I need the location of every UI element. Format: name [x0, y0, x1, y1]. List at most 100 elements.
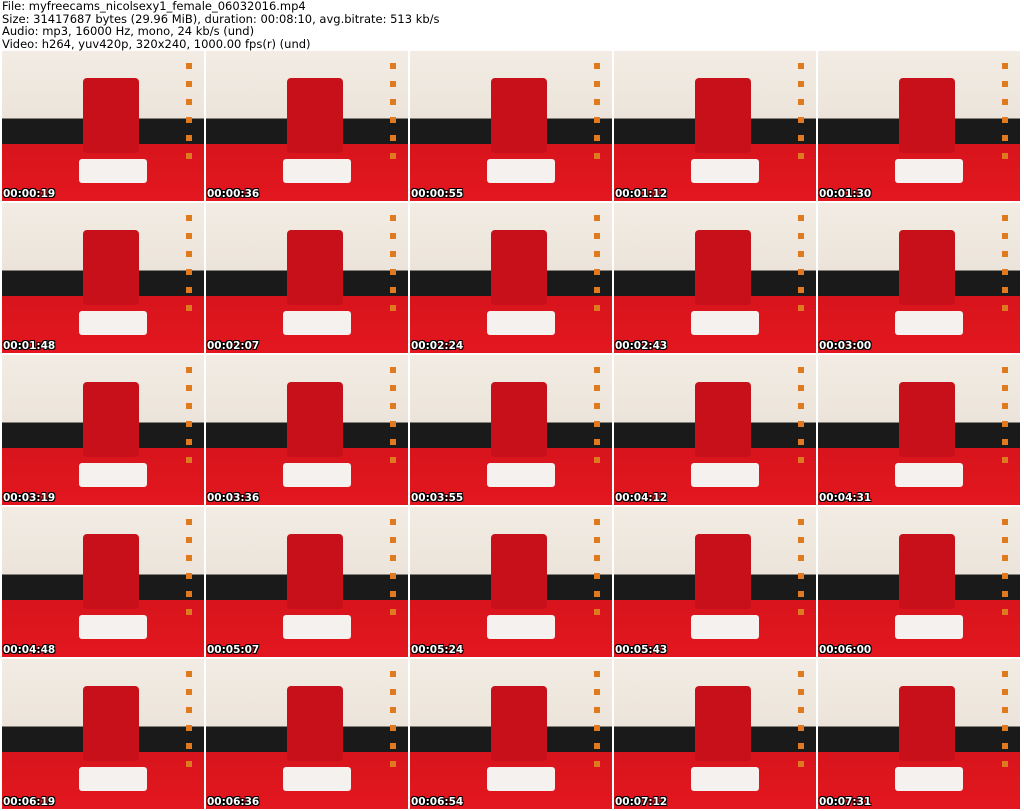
scene-decor	[797, 519, 804, 624]
scene-pillow	[486, 311, 556, 335]
video-thumbnail[interactable]: 00:03:19	[2, 355, 204, 505]
video-thumbnail[interactable]: 00:05:24	[410, 507, 612, 657]
timestamp: 00:02:43	[615, 340, 668, 352]
scene-pillow	[78, 159, 148, 183]
timestamp: 00:03:36	[207, 492, 260, 504]
scene-chair	[286, 230, 344, 305]
scene-pillow	[486, 463, 556, 487]
scene-chair	[490, 78, 548, 153]
video-thumbnail[interactable]: 00:02:43	[614, 203, 816, 353]
scene-chair	[898, 78, 956, 153]
timestamp: 00:04:31	[819, 492, 872, 504]
video-info: Video: h264, yuv420p, 320x240, 1000.00 f…	[2, 36, 311, 51]
video-thumbnail[interactable]: 00:06:36	[206, 659, 408, 809]
scene-decor	[1001, 519, 1008, 624]
scene-decor	[185, 519, 192, 624]
timestamp: 00:06:00	[819, 644, 872, 656]
scene-pillow	[282, 767, 352, 791]
scene-pillow	[690, 311, 760, 335]
video-thumbnail[interactable]: 00:04:48	[2, 507, 204, 657]
timestamp: 00:02:07	[207, 340, 260, 352]
scene-pillow	[282, 159, 352, 183]
scene-chair	[286, 78, 344, 153]
scene-chair	[82, 230, 140, 305]
scene-decor	[797, 63, 804, 168]
scene-pillow	[894, 159, 964, 183]
scene-decor	[1001, 63, 1008, 168]
scene-decor	[593, 519, 600, 624]
timestamp: 00:03:19	[3, 492, 56, 504]
video-thumbnail[interactable]: 00:03:36	[206, 355, 408, 505]
scene-decor	[1001, 215, 1008, 320]
video-thumbnail[interactable]: 00:05:07	[206, 507, 408, 657]
video-thumbnail[interactable]: 00:07:12	[614, 659, 816, 809]
scene-pillow	[78, 615, 148, 639]
video-thumbnail[interactable]: 00:00:55	[410, 51, 612, 201]
scene-chair	[286, 686, 344, 761]
scene-decor	[389, 519, 396, 624]
scene-chair	[286, 382, 344, 457]
scene-decor	[185, 63, 192, 168]
scene-decor	[797, 671, 804, 776]
timestamp: 00:00:19	[3, 188, 56, 200]
video-thumbnail[interactable]: 00:01:30	[818, 51, 1020, 201]
scene-pillow	[690, 463, 760, 487]
video-thumbnail[interactable]: 00:06:54	[410, 659, 612, 809]
scene-decor	[389, 63, 396, 168]
video-thumbnail[interactable]: 00:07:31	[818, 659, 1020, 809]
scene-chair	[490, 534, 548, 609]
scene-pillow	[282, 463, 352, 487]
scene-decor	[593, 367, 600, 472]
scene-pillow	[486, 767, 556, 791]
video-thumbnail[interactable]: 00:04:12	[614, 355, 816, 505]
scene-chair	[694, 230, 752, 305]
video-thumbnail[interactable]: 00:02:24	[410, 203, 612, 353]
video-thumbnail[interactable]: 00:01:48	[2, 203, 204, 353]
video-thumbnail[interactable]: 00:06:00	[818, 507, 1020, 657]
scene-chair	[898, 686, 956, 761]
timestamp: 00:03:55	[411, 492, 464, 504]
scene-chair	[694, 382, 752, 457]
scene-pillow	[894, 767, 964, 791]
scene-pillow	[894, 311, 964, 335]
scene-decor	[185, 671, 192, 776]
video-thumbnail[interactable]: 00:00:36	[206, 51, 408, 201]
scene-decor	[593, 671, 600, 776]
file-name: File: myfreecams_nicolsexy1_female_06032…	[2, 0, 306, 13]
scene-chair	[694, 686, 752, 761]
timestamp: 00:07:31	[819, 796, 872, 808]
scene-chair	[490, 230, 548, 305]
timestamp: 00:05:07	[207, 644, 260, 656]
audio-info: Audio: mp3, 16000 Hz, mono, 24 kb/s (und…	[2, 24, 255, 38]
video-thumbnail[interactable]: 00:03:55	[410, 355, 612, 505]
scene-decor	[1001, 671, 1008, 776]
video-thumbnail[interactable]: 00:06:19	[2, 659, 204, 809]
scene-chair	[82, 382, 140, 457]
video-thumbnail[interactable]: 00:02:07	[206, 203, 408, 353]
timestamp: 00:00:55	[411, 188, 464, 200]
scene-decor	[389, 367, 396, 472]
video-thumbnail[interactable]: 00:04:31	[818, 355, 1020, 505]
scene-decor	[185, 215, 192, 320]
scene-chair	[490, 686, 548, 761]
scene-pillow	[282, 311, 352, 335]
scene-pillow	[894, 615, 964, 639]
scene-decor	[1001, 367, 1008, 472]
file-info-header: File: myfreecams_nicolsexy1_female_06032…	[2, 0, 440, 50]
timestamp: 00:06:54	[411, 796, 464, 808]
scene-pillow	[78, 767, 148, 791]
timestamp: 00:04:12	[615, 492, 668, 504]
scene-decor	[593, 63, 600, 168]
video-thumbnail[interactable]: 00:00:19	[2, 51, 204, 201]
timestamp: 00:06:36	[207, 796, 260, 808]
video-thumbnail[interactable]: 00:01:12	[614, 51, 816, 201]
timestamp: 00:05:43	[615, 644, 668, 656]
scene-pillow	[690, 615, 760, 639]
scene-chair	[898, 534, 956, 609]
video-thumbnail[interactable]: 00:05:43	[614, 507, 816, 657]
timestamp: 00:04:48	[3, 644, 56, 656]
scene-decor	[593, 215, 600, 320]
scene-decor	[797, 367, 804, 472]
scene-chair	[490, 382, 548, 457]
video-thumbnail[interactable]: 00:03:00	[818, 203, 1020, 353]
